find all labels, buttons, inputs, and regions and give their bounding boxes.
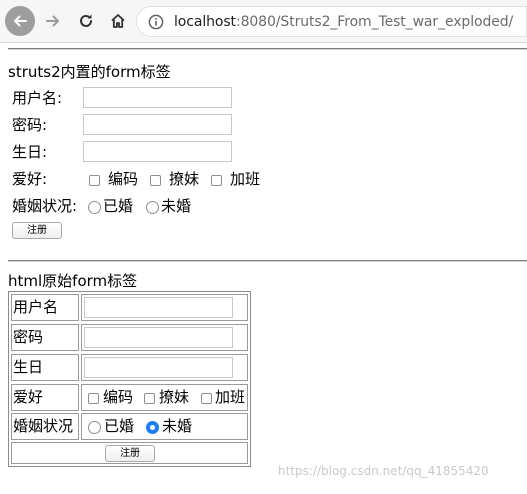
- hobby-option-label: 加班: [230, 170, 261, 188]
- home-icon: [111, 14, 125, 28]
- hobby-option-label: 撩妹: [169, 170, 200, 188]
- username-label-cell: 用户名: [11, 294, 79, 321]
- password-label-cell: 密码: [11, 324, 79, 351]
- home-button[interactable]: [103, 6, 133, 36]
- watermark: https://blog.csdn.net/qq_41855420: [278, 464, 489, 478]
- marital-label-cell: 婚姻状况: [11, 413, 79, 440]
- forward-arrow-icon: [46, 15, 59, 27]
- marital-status-label: 婚姻状况:: [12, 197, 78, 215]
- back-arrow-icon: [14, 15, 27, 27]
- info-icon[interactable]: [148, 14, 164, 30]
- hobby-option-label: 加班: [215, 388, 246, 406]
- birthday-input-cell: [81, 354, 248, 381]
- hobby-option-label: 编码: [103, 388, 134, 406]
- hobby-checkbox-overtime[interactable]: [211, 175, 222, 186]
- back-button[interactable]: [5, 6, 35, 36]
- url-host: localhost: [174, 13, 236, 30]
- marital-option-label: 未婚: [162, 417, 193, 435]
- birthday-input[interactable]: [83, 141, 232, 162]
- html-hobby-checkbox-coding[interactable]: [88, 393, 99, 404]
- marital-radio-married[interactable]: [88, 201, 101, 214]
- password-input-cell: [81, 324, 248, 351]
- hobby-option-label: 编码: [108, 170, 139, 188]
- html-form-table: 用户名 密码 生日 爱好 编码 撩妹 加班 婚姻状况 已婚 未婚 注册: [8, 291, 251, 467]
- html-form-caption: html原始form标签: [8, 272, 138, 290]
- html-marital-radio-unmarried[interactable]: [146, 421, 159, 434]
- html-hobby-checkbox-overtime[interactable]: [201, 393, 212, 404]
- marital-option-label: 未婚: [161, 197, 192, 215]
- hobby-option-label: 撩妹: [159, 388, 190, 406]
- forward-button[interactable]: [38, 6, 68, 36]
- url-path: :8080/Struts2_From_Test_war_exploded/: [235, 13, 514, 30]
- html-password-input[interactable]: [84, 327, 233, 348]
- hobby-options-cell: 编码 撩妹 加班: [81, 384, 248, 411]
- hobby-label: 爱好:: [12, 170, 48, 188]
- html-hobby-checkbox-flirting[interactable]: [144, 393, 155, 404]
- username-label: 用户名:: [12, 89, 63, 107]
- hobby-checkbox-flirting[interactable]: [150, 175, 161, 186]
- horizontal-rule: [8, 260, 527, 262]
- hobby-checkbox-coding[interactable]: [89, 175, 100, 186]
- birthday-label: 生日:: [12, 143, 48, 161]
- url-text: localhost:8080/Struts2_From_Test_war_exp…: [174, 14, 513, 30]
- reload-icon: [80, 14, 92, 27]
- marital-radio-unmarried[interactable]: [146, 201, 159, 214]
- register-button[interactable]: 注册: [12, 222, 62, 239]
- birthday-label-cell: 生日: [11, 354, 79, 381]
- marital-options-cell: 已婚 未婚: [81, 413, 248, 440]
- address-bar[interactable]: localhost:8080/Struts2_From_Test_war_exp…: [136, 6, 527, 37]
- html-marital-radio-married[interactable]: [88, 421, 101, 434]
- username-input[interactable]: [83, 87, 232, 108]
- horizontal-rule: [8, 48, 527, 50]
- reload-button[interactable]: [71, 6, 101, 36]
- html-birthday-input[interactable]: [84, 357, 233, 378]
- username-input-cell: [81, 294, 248, 321]
- html-register-button[interactable]: 注册: [105, 445, 155, 462]
- submit-cell: 注册: [11, 442, 248, 464]
- hobby-label-cell: 爱好: [11, 384, 79, 411]
- password-input[interactable]: [83, 114, 232, 135]
- marital-option-label: 已婚: [104, 417, 135, 435]
- browser-toolbar: localhost:8080/Struts2_From_Test_war_exp…: [0, 0, 527, 43]
- html-username-input[interactable]: [84, 297, 233, 318]
- password-label: 密码:: [12, 116, 48, 134]
- marital-option-label: 已婚: [103, 197, 134, 215]
- struts-form-caption: struts2内置的form标签: [8, 63, 171, 81]
